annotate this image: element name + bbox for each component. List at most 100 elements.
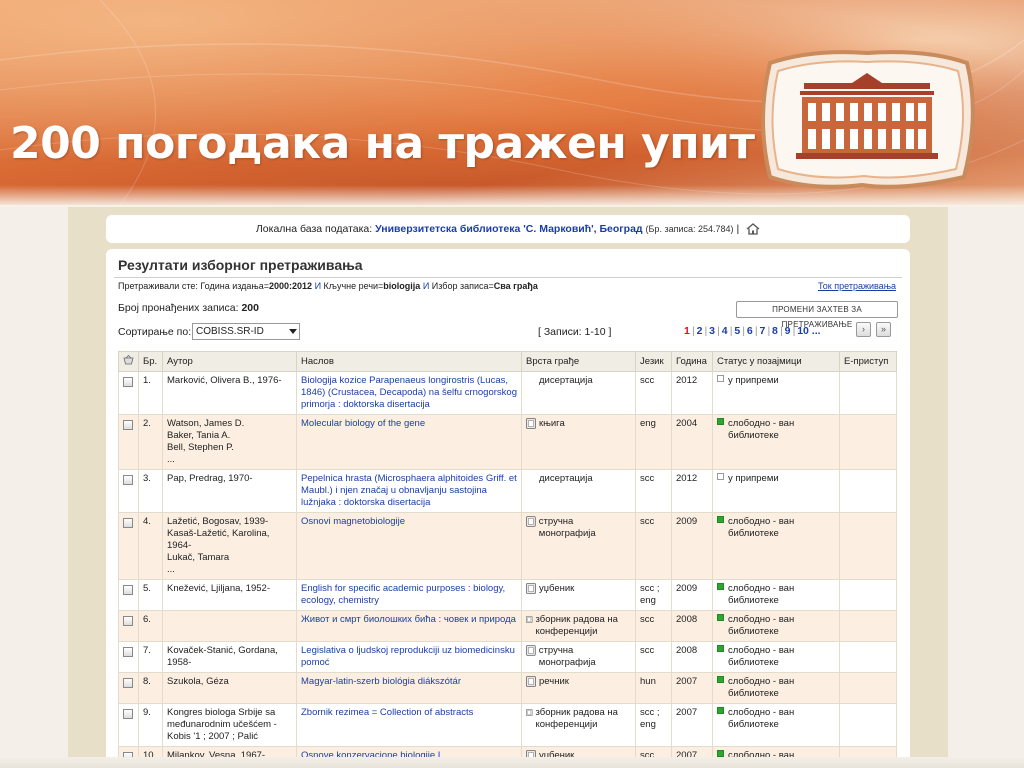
- material-type-label: зборник радова на конференцији: [535, 614, 618, 637]
- title-link[interactable]: Живот и смрт биолошких бића : човек и пр…: [296, 610, 522, 642]
- next-page-button[interactable]: ›: [856, 322, 871, 337]
- loan-status: слободно - ван библиотеке: [717, 750, 835, 757]
- title-link[interactable]: Pepelnica hrasta (Microsphaera alphitoid…: [296, 469, 522, 513]
- page-link[interactable]: 2: [697, 325, 703, 337]
- book-icon[interactable]: [526, 516, 536, 527]
- title-link[interactable]: Zbornik rezimea = Collection of abstract…: [296, 703, 522, 747]
- row-checkbox[interactable]: [123, 377, 133, 387]
- e-access-cell: [839, 371, 897, 415]
- e-access-cell: [839, 746, 897, 757]
- book-icon[interactable]: [526, 645, 536, 656]
- query-keyword-value: biologija: [383, 281, 421, 291]
- page-link[interactable]: 8: [772, 325, 778, 337]
- row-checkbox[interactable]: [123, 709, 133, 719]
- col-num[interactable]: Бр.: [138, 351, 163, 372]
- author-name: Lažetić, Bogosav, 1939-: [167, 516, 269, 527]
- material-type-cell: дисертација: [521, 469, 636, 513]
- row-checkbox[interactable]: [123, 585, 133, 595]
- page-separator: |: [754, 325, 758, 337]
- row-checkbox[interactable]: [123, 475, 133, 485]
- query-operator: И: [422, 281, 430, 291]
- page-link[interactable]: 9: [785, 325, 791, 337]
- author-cell: Kovaček-Stanić, Gordana, 1958-: [162, 641, 297, 673]
- select-cell: [118, 579, 139, 611]
- col-lang[interactable]: Језик: [635, 351, 672, 372]
- author-name: Szukola, Géza: [167, 676, 229, 687]
- e-access-cell: [839, 579, 897, 611]
- col-eaccess: Е-приступ: [839, 351, 897, 372]
- page-link[interactable]: 5: [734, 325, 740, 337]
- sort-label: Сортирање по:: [118, 326, 192, 338]
- material-type-label: стручна монографија: [538, 516, 596, 539]
- book-icon[interactable]: [526, 707, 533, 718]
- last-page-button[interactable]: »: [876, 322, 891, 337]
- row-checkbox[interactable]: [123, 678, 133, 688]
- e-access-cell: [839, 641, 897, 673]
- results-panel: Резултати изборног претраживања Претражи…: [106, 249, 910, 757]
- year: 2009: [671, 512, 713, 580]
- row-checkbox[interactable]: [123, 616, 133, 626]
- page-separator: |: [742, 325, 745, 337]
- status-cell: слободно - ван библиотеке: [712, 641, 840, 673]
- status-cell: у припреми: [712, 371, 840, 415]
- page-separator: |: [691, 325, 695, 337]
- home-icon[interactable]: [746, 223, 760, 235]
- row-checkbox[interactable]: [123, 647, 133, 657]
- language: scc: [635, 610, 672, 642]
- table-row: 7. Kovaček-Stanić, Gordana, 1958- Legislat…: [118, 641, 897, 673]
- search-flow-link[interactable]: Ток претраживања: [818, 281, 896, 291]
- title-link[interactable]: Biologija kozice Parapenaeus longirostri…: [296, 371, 522, 415]
- page-separator: |: [779, 325, 783, 337]
- page-separator: |: [767, 325, 771, 337]
- title-link[interactable]: Legislativa o ljudskoj reprodukciji uz b…: [296, 641, 522, 673]
- slide-title: 200 погодака на тражен упит: [10, 118, 755, 169]
- row-number: 7.: [138, 641, 163, 673]
- book-icon[interactable]: [526, 583, 536, 594]
- page-link[interactable]: 4: [722, 325, 728, 337]
- page-link[interactable]: 10 ...: [797, 325, 820, 337]
- author-name: ...: [167, 454, 175, 465]
- status-indicator-icon: [717, 418, 724, 425]
- title-link[interactable]: English for specific academic purposes :…: [296, 579, 522, 611]
- author-cell: Kongres biologa Srbije sa međunarodnim u…: [162, 703, 297, 747]
- page-link[interactable]: 1: [684, 325, 690, 337]
- status-cell: слободно - ван библиотеке: [712, 414, 840, 470]
- col-type[interactable]: Врста грађе: [521, 351, 636, 372]
- author-name: Pap, Predrag, 1970-: [167, 473, 253, 484]
- title-link[interactable]: Osnovi magnetobiologije: [296, 512, 522, 580]
- basket-header[interactable]: [118, 351, 139, 372]
- select-cell: [118, 641, 139, 673]
- change-query-button[interactable]: ПРОМЕНИ ЗАХТЕВ ЗА ПРЕТРАЖИВАЊЕ: [736, 301, 898, 329]
- material-type: зборник радова на конференцији: [526, 707, 631, 731]
- basket-icon[interactable]: [123, 354, 134, 365]
- chevron-down-icon: [289, 329, 297, 334]
- slide-bottom: [0, 757, 1024, 768]
- row-checkbox[interactable]: [123, 420, 133, 430]
- author-cell: Pap, Predrag, 1970-: [162, 469, 297, 513]
- col-title[interactable]: Наслов: [296, 351, 522, 372]
- row-number: 4.: [138, 512, 163, 580]
- status-text: слободно - ван библиотеке: [728, 750, 795, 757]
- status-cell: слободно - ван библиотеке: [712, 703, 840, 747]
- title-link[interactable]: Magyar-latin-szerb biológia diákszótár: [296, 672, 522, 704]
- table-row: 1. Marković, Olivera B., 1976- Biologija k…: [118, 371, 897, 415]
- book-icon[interactable]: [526, 676, 536, 687]
- title-link[interactable]: Osnove konzervacione biologije I: [296, 746, 522, 757]
- separator: |: [736, 223, 740, 235]
- col-author[interactable]: Аутор: [162, 351, 297, 372]
- sort-select[interactable]: COBISS.SR-ID: [192, 323, 300, 340]
- book-icon[interactable]: [526, 418, 536, 429]
- page-link[interactable]: 7: [759, 325, 765, 337]
- book-icon[interactable]: [526, 614, 533, 625]
- page-separator: |: [717, 325, 720, 337]
- book-icon[interactable]: [526, 750, 536, 757]
- page-separator: |: [704, 325, 708, 337]
- page-link[interactable]: 6: [747, 325, 753, 337]
- col-year[interactable]: Година: [671, 351, 713, 372]
- row-checkbox[interactable]: [123, 518, 133, 528]
- local-db-label: Локална база података:: [255, 223, 373, 235]
- title-link[interactable]: Molecular biology of the gene: [296, 414, 522, 470]
- row-number: 6.: [138, 610, 163, 642]
- page-link[interactable]: 3: [709, 325, 715, 337]
- library-name-link[interactable]: Универзитетска библиотека 'С. Марковић',…: [375, 223, 643, 235]
